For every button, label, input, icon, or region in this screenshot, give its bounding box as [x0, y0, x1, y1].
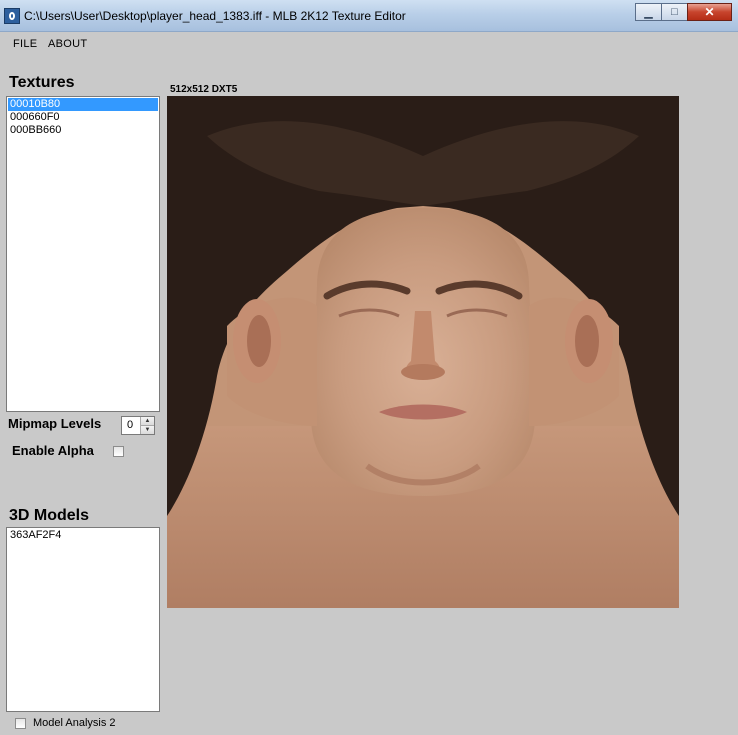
- menu-file[interactable]: FILE: [13, 38, 37, 50]
- model-analysis-label: Model Analysis 2: [33, 717, 116, 729]
- window-title: C:\Users\User\Desktop\player_head_1383.i…: [24, 9, 406, 23]
- model-item[interactable]: 363AF2F4: [8, 529, 158, 542]
- mipmap-levels-stepper[interactable]: 0 ▲ ▼: [121, 416, 155, 435]
- stepper-arrows: ▲ ▼: [140, 417, 154, 434]
- stepper-up-icon[interactable]: ▲: [141, 417, 154, 426]
- menu-about[interactable]: ABOUT: [48, 38, 87, 50]
- enable-alpha-label: Enable Alpha: [12, 443, 94, 458]
- textures-heading: Textures: [9, 74, 75, 91]
- maximize-button[interactable]: □: [661, 3, 688, 21]
- mipmap-levels-value: 0: [127, 419, 134, 431]
- texture-info: 512x512 DXT5: [170, 84, 238, 95]
- texture-preview: [167, 96, 679, 608]
- window-controls: ▁ □ ✕: [635, 3, 732, 23]
- menu-bar: FILE ABOUT: [0, 33, 738, 55]
- mipmap-levels-label: Mipmap Levels: [8, 416, 102, 431]
- models-list[interactable]: 363AF2F4: [6, 527, 160, 712]
- minimize-button[interactable]: ▁: [635, 3, 662, 21]
- texture-item[interactable]: 000660F0: [8, 111, 158, 124]
- model-analysis-checkbox[interactable]: [15, 718, 26, 729]
- face-texture-image: [167, 96, 679, 608]
- textures-list[interactable]: 00010B80 000660F0 000BB660: [6, 96, 160, 412]
- stepper-down-icon[interactable]: ▼: [141, 426, 154, 434]
- close-button[interactable]: ✕: [687, 3, 732, 21]
- models-heading: 3D Models: [9, 507, 90, 524]
- texture-item[interactable]: 000BB660: [8, 124, 158, 137]
- enable-alpha-checkbox[interactable]: [113, 446, 124, 457]
- texture-item[interactable]: 00010B80: [8, 98, 158, 111]
- title-bar[interactable]: C:\Users\User\Desktop\player_head_1383.i…: [0, 0, 738, 32]
- app-icon: [4, 8, 20, 24]
